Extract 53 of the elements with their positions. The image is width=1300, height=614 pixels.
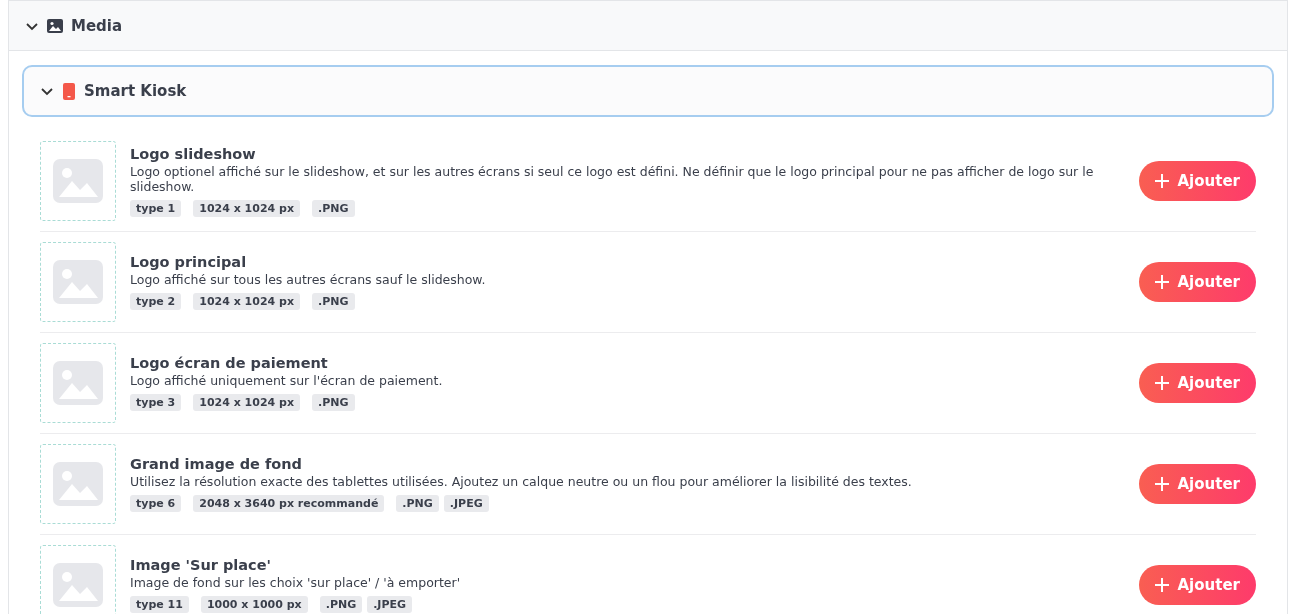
image-placeholder-icon — [53, 462, 103, 506]
add-button[interactable]: Ajouter — [1138, 161, 1256, 201]
image-placeholder-icon — [53, 563, 103, 607]
image-placeholder-icon — [53, 361, 103, 405]
format-tag: .PNG — [319, 596, 363, 613]
type-tag: type 6 — [130, 495, 182, 512]
item-description: Logo optionel affiché sur le slideshow, et sur les autres écrans si seul ce logo est défini. Ne définir que le logo principal pour ne pas afficher de logo sur le slideshow. — [130, 163, 1095, 194]
item-description: Image de fond sur les choix 'sur place' / 'à emporter' — [130, 575, 462, 590]
group-title: Smart Kiosk — [84, 82, 187, 100]
type-tag: type 11 — [130, 596, 189, 613]
plus-icon — [1154, 376, 1169, 390]
item-title: Image 'Sur place' — [130, 557, 272, 573]
type-tag: type 3 — [130, 394, 182, 411]
format-tag: .JPEG — [443, 495, 489, 512]
size-tag: 1024 x 1024 px — [193, 293, 301, 310]
image-placeholder-icon — [53, 260, 103, 304]
add-button[interactable]: Ajouter — [1138, 565, 1256, 605]
item-description: Logo affiché uniquement sur l'écran de paiement. — [130, 373, 444, 388]
size-tag: 1024 x 1024 px — [193, 394, 301, 411]
image-dropzone[interactable] — [40, 141, 116, 221]
item-title: Logo écran de paiement — [130, 355, 329, 371]
type-tag: type 2 — [130, 293, 182, 310]
plus-icon — [1154, 174, 1169, 188]
format-tag: .PNG — [312, 394, 355, 411]
section-title: Media — [71, 16, 123, 35]
image-dropzone[interactable] — [40, 545, 116, 614]
item-title: Logo principal — [130, 254, 248, 270]
format-tag: .PNG — [312, 199, 355, 217]
section-header[interactable]: Media — [9, 1, 1287, 51]
image-dropzone[interactable] — [40, 343, 116, 423]
format-tag: .JPEG — [367, 596, 413, 613]
image-dropzone[interactable] — [40, 242, 116, 322]
size-tag: 2048 x 3640 px recommandé — [193, 495, 385, 512]
add-button[interactable]: Ajouter — [1138, 464, 1256, 504]
tablet-icon — [63, 82, 75, 100]
add-button[interactable]: Ajouter — [1138, 262, 1256, 302]
group-header[interactable]: Smart Kiosk — [22, 65, 1274, 117]
item-description: Logo affiché sur tous les autres écrans sauf le slideshow. — [130, 272, 487, 287]
item-title: Grand image de fond — [130, 456, 303, 472]
plus-icon — [1154, 275, 1169, 289]
item-description: Utilisez la résolution exacte des tablettes utilisées. Ajoutez un calque neutre ou un flou pour améliorer la lisibilité des textes. — [130, 474, 913, 489]
plus-icon — [1154, 477, 1169, 491]
image-dropzone[interactable] — [40, 444, 116, 524]
format-tag: .PNG — [396, 495, 439, 512]
type-tag: type 1 — [130, 199, 182, 217]
format-tag: .PNG — [312, 293, 355, 310]
add-button[interactable]: Ajouter — [1138, 363, 1256, 403]
plus-icon — [1154, 578, 1169, 592]
item-title: Logo slideshow — [130, 145, 257, 162]
size-tag: 1000 x 1000 px — [200, 596, 308, 613]
size-tag: 1024 x 1024 px — [193, 199, 301, 217]
image-icon — [47, 18, 63, 33]
image-placeholder-icon — [53, 159, 103, 203]
